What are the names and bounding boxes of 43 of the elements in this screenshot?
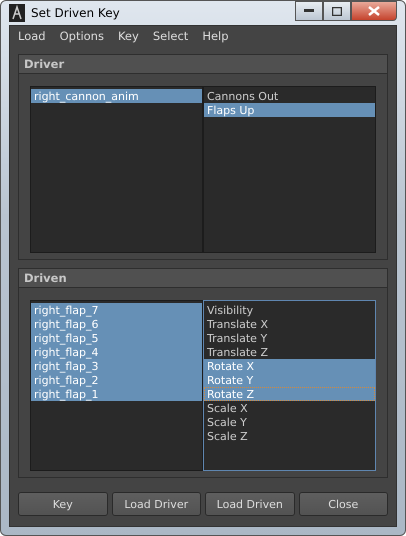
maximize-icon — [332, 6, 342, 16]
list-item[interactable]: Scale Y — [204, 415, 375, 429]
minimize-icon — [304, 9, 314, 13]
list-item[interactable]: Rotate X — [204, 359, 375, 373]
list-item[interactable]: Flaps Up — [204, 103, 375, 117]
list-item[interactable]: Rotate Z — [204, 387, 375, 401]
list-item[interactable]: right_flap_4 — [31, 345, 202, 359]
list-item[interactable]: Rotate Y — [204, 373, 375, 387]
menu-item[interactable]: Options — [60, 29, 104, 43]
list-item[interactable]: right_cannon_anim — [31, 89, 202, 103]
list-item[interactable]: right_flap_5 — [31, 331, 202, 345]
list-item[interactable]: right_flap_3 — [31, 359, 202, 373]
list-item[interactable]: Translate X — [204, 317, 375, 331]
list-item[interactable]: Cannons Out — [204, 89, 375, 103]
menu-item[interactable]: Load — [18, 29, 46, 43]
menu-item[interactable]: Key — [118, 29, 139, 43]
list-item[interactable]: right_flap_1 — [31, 387, 202, 401]
close-button[interactable] — [351, 1, 397, 21]
list-item[interactable]: Scale Z — [204, 429, 375, 443]
list-box[interactable]: Visibility Translate X Translate Y Translate Z Rotate X Rotate Y Rotate Z Scale X Scale Y Scale Z — [203, 300, 376, 471]
list-item[interactable]: Visibility — [204, 303, 375, 317]
menu-item[interactable]: Help — [202, 29, 229, 43]
minimize-button[interactable] — [295, 1, 323, 21]
window-title: Set Driven Key — [31, 6, 121, 20]
action-button[interactable]: Load Driver — [112, 492, 201, 516]
close-icon — [368, 6, 380, 16]
action-button[interactable]: Key — [18, 492, 108, 516]
list-item[interactable]: right_flap_6 — [31, 317, 202, 331]
list-box[interactable]: right_cannon_anim — [30, 86, 203, 253]
list-box[interactable]: right_flap_7 right_flap_6 right_flap_5 right_flap_4 right_flap_3 right_flap_2 right_flap_1 — [30, 300, 203, 471]
list-item[interactable]: right_flap_7 — [31, 303, 202, 317]
list-item[interactable]: Translate Z — [204, 345, 375, 359]
list-item[interactable]: Scale X — [204, 401, 375, 415]
action-button[interactable]: Load Driven — [205, 492, 294, 516]
maximize-button[interactable] — [323, 1, 351, 21]
app-icon — [9, 4, 25, 22]
section-header[interactable]: Driver — [18, 54, 388, 74]
action-button[interactable]: Close — [298, 492, 388, 516]
list-item[interactable]: right_flap_2 — [31, 373, 202, 387]
list-box[interactable]: Cannons Out Flaps Up — [203, 86, 376, 253]
section-header[interactable]: Driven — [18, 268, 388, 288]
menu-item[interactable]: Select — [152, 29, 188, 43]
list-item[interactable]: Translate Y — [204, 331, 375, 345]
